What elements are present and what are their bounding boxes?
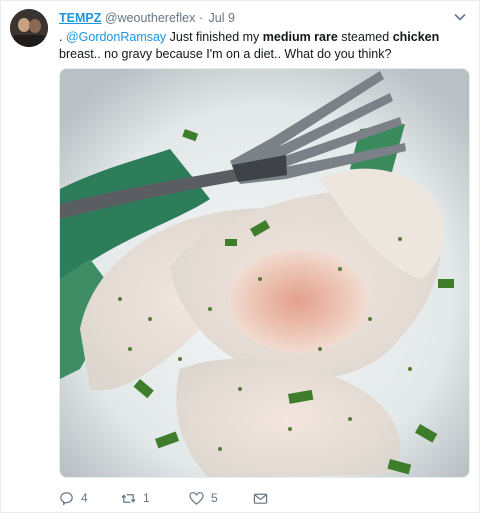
retweet-button[interactable]: 1 xyxy=(121,488,150,508)
reply-count: 4 xyxy=(81,491,88,505)
tweet-text-part: Just finished my xyxy=(166,30,263,44)
tweet-date[interactable]: Jul 9 xyxy=(209,11,235,25)
reply-button[interactable]: 4 xyxy=(59,488,88,508)
direct-message-button[interactable] xyxy=(253,488,268,508)
tweet-text-bold: chicken xyxy=(392,30,440,44)
tweet-actions: 4 1 5 xyxy=(59,488,359,508)
tweet-card: TEMPZ @weouthereflex · Jul 9 . @GordonRa… xyxy=(0,0,480,513)
envelope-icon xyxy=(253,493,268,504)
reply-icon xyxy=(60,491,73,505)
tweet-photo[interactable] xyxy=(59,68,470,478)
mention-link[interactable]: @GordonRamsay xyxy=(66,30,166,44)
user-handle[interactable]: @weouthereflex xyxy=(105,11,196,25)
tweet-text: . @GordonRamsay Just finished my medium … xyxy=(59,29,474,63)
tweet-text-part: steamed xyxy=(337,30,393,44)
retweet-icon xyxy=(121,493,136,503)
separator-dot: · xyxy=(198,11,204,25)
chicken-plate-image xyxy=(60,69,469,477)
retweet-count: 1 xyxy=(143,491,150,505)
tweet-text-bold: medium rare xyxy=(262,30,338,44)
avatar-image xyxy=(10,9,48,47)
display-name[interactable]: TEMPZ xyxy=(59,11,101,25)
like-count: 5 xyxy=(211,491,218,505)
tweet-text-part: breast.. no gravy because I'm on a diet.… xyxy=(59,47,392,61)
heart-icon xyxy=(189,491,204,505)
avatar[interactable] xyxy=(10,9,48,47)
chevron-down-icon[interactable] xyxy=(453,10,467,24)
tweet-header: TEMPZ @weouthereflex · Jul 9 xyxy=(59,11,459,27)
like-button[interactable]: 5 xyxy=(189,488,218,508)
tweet-text-lead: . xyxy=(59,30,66,44)
